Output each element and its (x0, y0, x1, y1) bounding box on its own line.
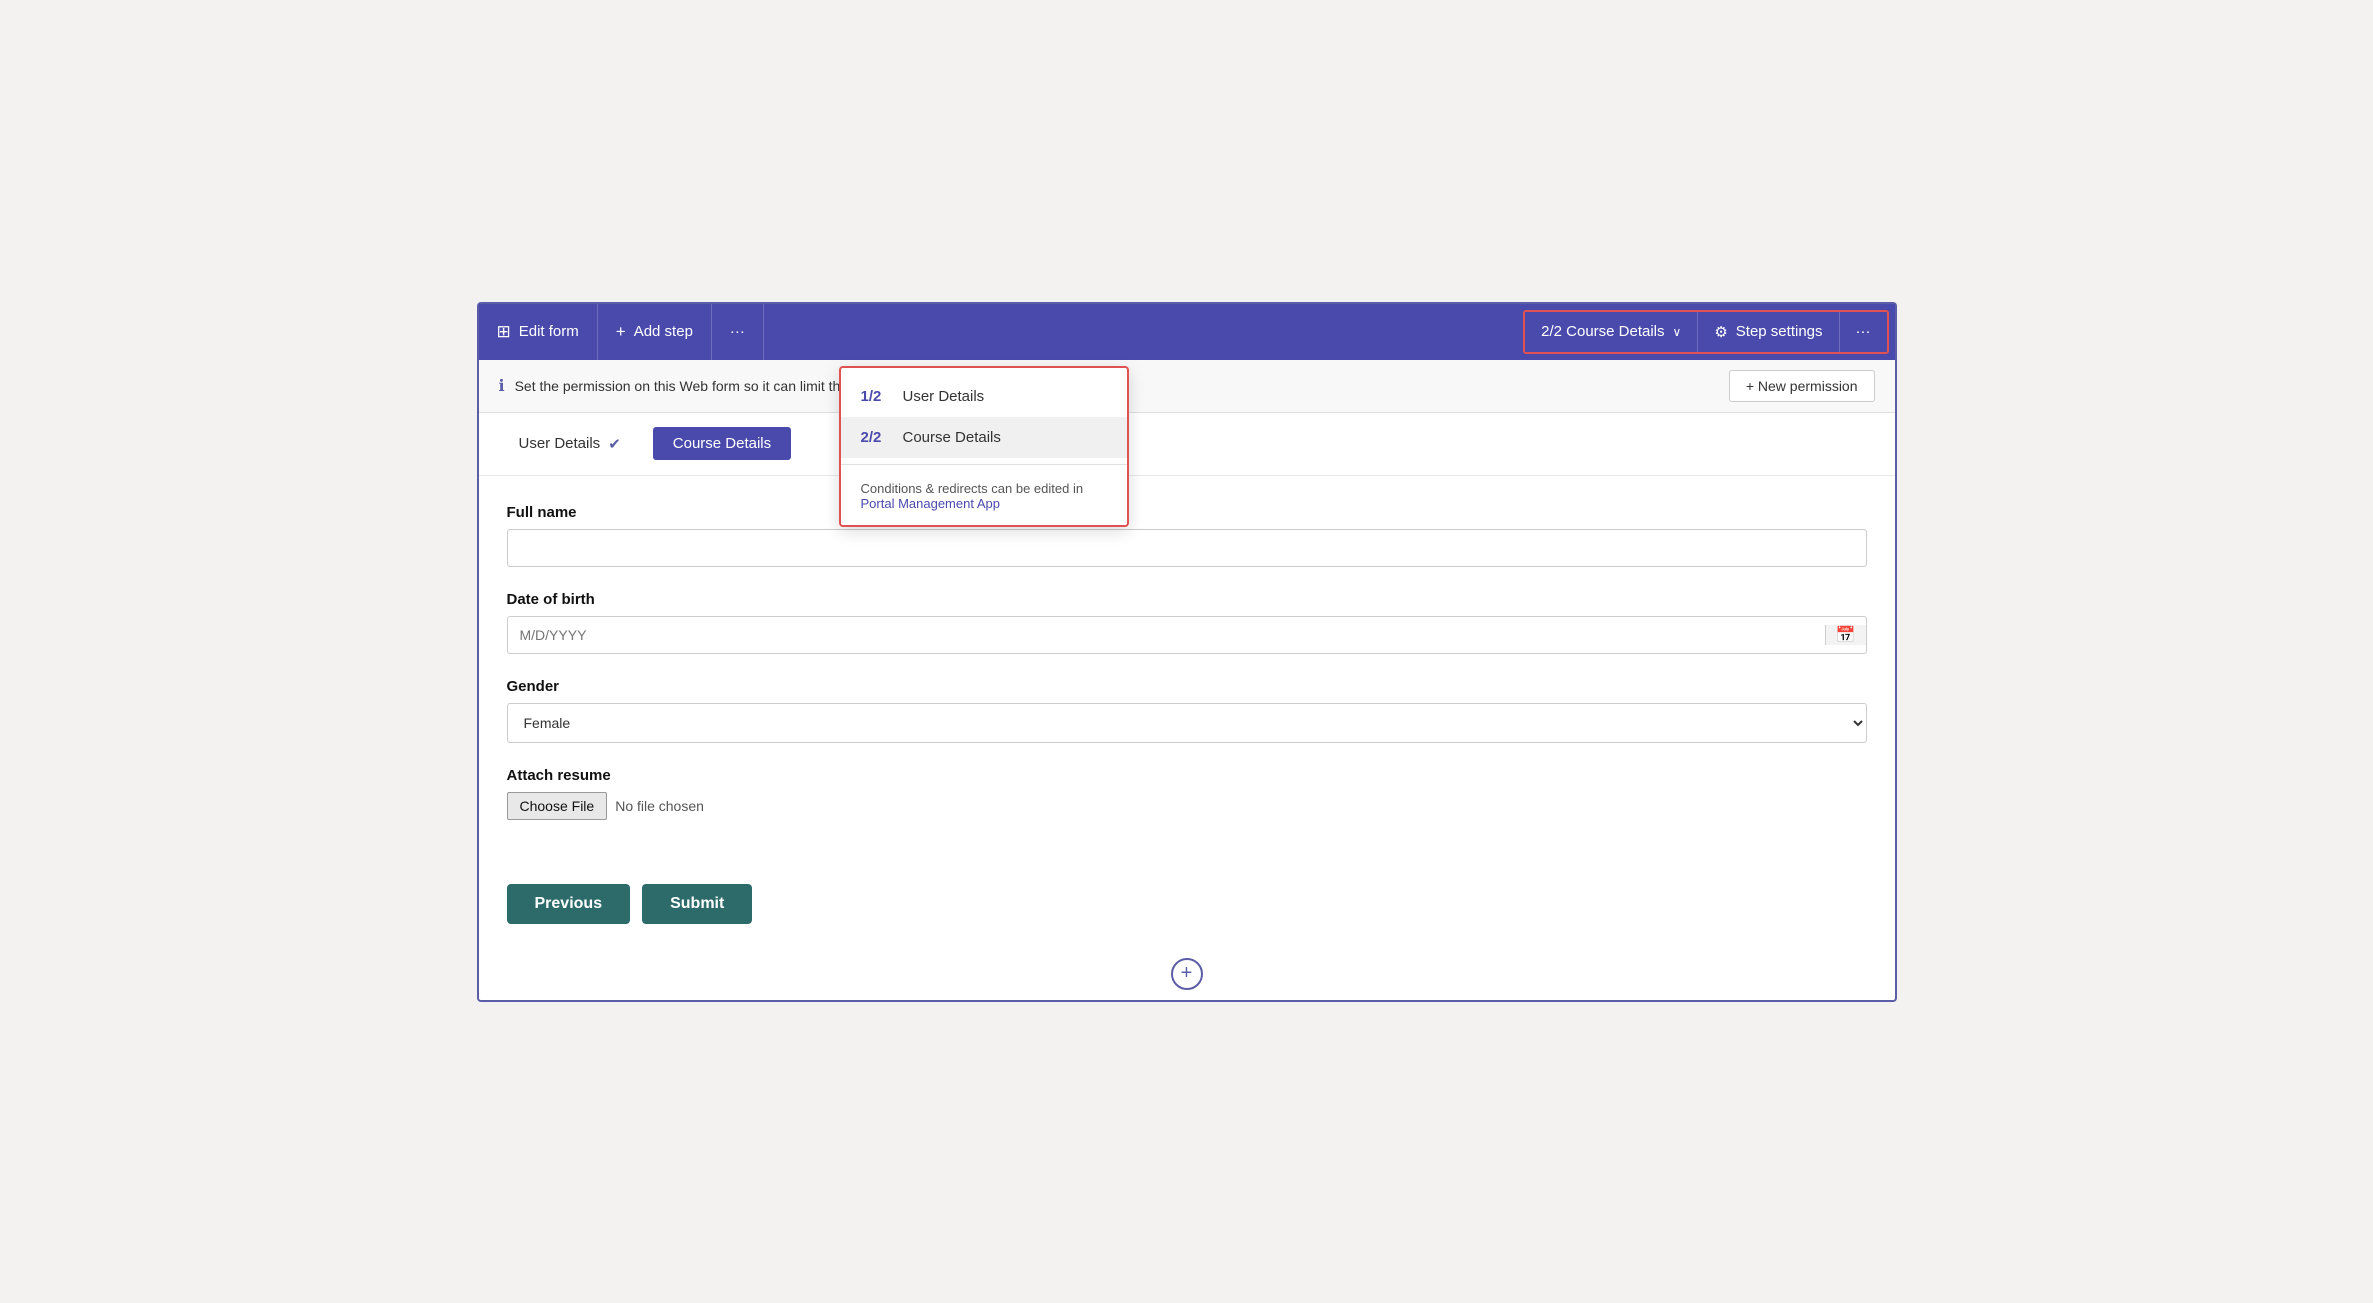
step-tab-1[interactable]: User Details ✔ (499, 427, 641, 461)
step-dropdown: 1/2 User Details 2/2 Course Details Cond… (839, 366, 1129, 527)
full-name-label: Full name (507, 504, 1867, 521)
full-name-input[interactable] (507, 529, 1867, 567)
dob-input[interactable] (508, 617, 1825, 653)
new-permission-label: + New permission (1746, 378, 1858, 394)
dropdown-step2-label: Course Details (903, 429, 1001, 446)
dropdown-divider (841, 464, 1127, 465)
submit-label: Submit (670, 895, 724, 912)
dob-field-group: Date of birth 📅 (507, 591, 1867, 654)
choose-file-label: Choose File (520, 798, 595, 814)
edit-icon: ⊞ (497, 322, 511, 342)
add-below-label: + (1181, 962, 1193, 985)
step1-label: User Details (519, 435, 601, 452)
bottom-nav: Previous Submit (479, 868, 1895, 948)
toolbar: ⊞ Edit form + Add step ··· 2/2 Course De… (479, 304, 1895, 360)
dropdown-item-2[interactable]: 2/2 Course Details (841, 417, 1127, 458)
steps-row: User Details ✔ Course Details (479, 413, 1895, 476)
choose-file-button[interactable]: Choose File (507, 792, 608, 820)
attach-resume-field-group: Attach resume Choose File No file chosen (507, 767, 1867, 820)
step-more-button[interactable]: ··· (1840, 312, 1887, 352)
edit-form-button[interactable]: ⊞ Edit form (479, 304, 598, 360)
page-wrapper: ⊞ Edit form + Add step ··· 2/2 Course De… (477, 302, 1897, 1002)
step-selector-button[interactable]: 2/2 Course Details ∨ (1525, 312, 1698, 352)
dropdown-footer-text: Conditions & redirects can be edited in (861, 481, 1084, 496)
step2-label: Course Details (673, 435, 771, 452)
dropdown-step1-num: 1/2 (861, 388, 891, 405)
previous-button[interactable]: Previous (507, 884, 631, 924)
step-label: 2/2 Course Details (1541, 323, 1664, 340)
add-step-button[interactable]: + Add step (598, 304, 712, 360)
permission-banner: ℹ Set the permission on this Web form so… (479, 360, 1895, 413)
edit-form-label: Edit form (519, 323, 579, 340)
step-group: 2/2 Course Details ∨ ⚙ Step settings ··· (1523, 310, 1888, 354)
step-tab-2[interactable]: Course Details (653, 427, 791, 460)
add-below-button[interactable]: + (1171, 958, 1203, 990)
gender-label: Gender (507, 678, 1867, 695)
dob-label: Date of birth (507, 591, 1867, 608)
previous-label: Previous (535, 895, 603, 912)
file-upload-row: Choose File No file chosen (507, 792, 1867, 820)
add-below-row: + (479, 948, 1895, 1000)
chevron-down-icon: ∨ (1673, 325, 1682, 339)
info-icon: ℹ (499, 376, 505, 396)
new-permission-button[interactable]: + New permission (1729, 370, 1875, 402)
check-icon: ✔ (608, 435, 621, 453)
gender-field-group: Gender Female Male Other Prefer not to s… (507, 678, 1867, 743)
dob-input-wrapper: 📅 (507, 616, 1867, 654)
dropdown-item-1[interactable]: 1/2 User Details (841, 376, 1127, 417)
attach-resume-label: Attach resume (507, 767, 1867, 784)
calendar-icon: 📅 (1825, 625, 1866, 645)
dropdown-step2-num: 2/2 (861, 429, 891, 446)
toolbar-more-label: ··· (730, 323, 745, 340)
plus-icon: + (616, 322, 626, 342)
portal-management-link[interactable]: Portal Management App (861, 496, 1000, 511)
dropdown-step1-label: User Details (903, 388, 985, 405)
gear-icon: ⚙ (1714, 323, 1727, 341)
toolbar-more-button[interactable]: ··· (712, 304, 764, 360)
step-settings-button[interactable]: ⚙ Step settings (1698, 312, 1839, 352)
add-step-label: Add step (634, 323, 693, 340)
step-settings-label: Step settings (1736, 323, 1823, 340)
form-area: Full name Date of birth 📅 Gender Female … (479, 476, 1895, 868)
full-name-field-group: Full name (507, 504, 1867, 567)
dropdown-footer: Conditions & redirects can be edited in … (841, 471, 1127, 511)
step-more-label: ··· (1856, 323, 1871, 340)
no-file-text: No file chosen (615, 798, 704, 814)
submit-button[interactable]: Submit (642, 884, 752, 924)
gender-select[interactable]: Female Male Other Prefer not to say (507, 703, 1867, 743)
